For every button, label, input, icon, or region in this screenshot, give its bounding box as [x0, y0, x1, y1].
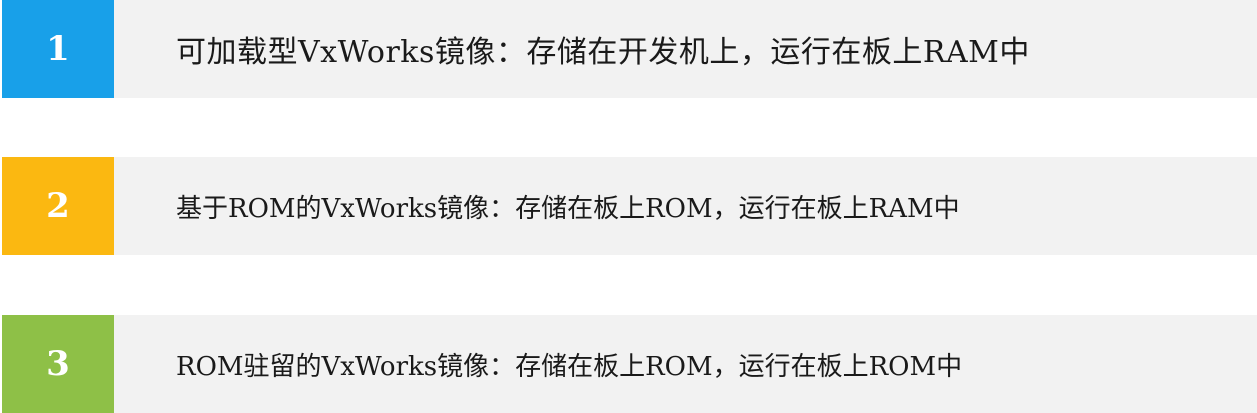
list-item-2: 2 基于ROM的VxWorks镜像：存储在板上ROM，运行在板上RAM中: [2, 157, 1257, 255]
item-text-1: 可加载型VxWorks镜像：存储在开发机上，运行在板上RAM中: [176, 35, 1030, 70]
item-text-3: ROM驻留的VxWorks镜像：存储在板上ROM，运行在板上ROM中: [176, 351, 963, 382]
list-item-3: 3 ROM驻留的VxWorks镜像：存储在板上ROM，运行在板上ROM中: [2, 315, 1257, 413]
number-badge-1: 1: [2, 0, 114, 98]
number-badge-3: 3: [2, 315, 114, 413]
item-panel-1: 可加载型VxWorks镜像：存储在开发机上，运行在板上RAM中: [114, 0, 1257, 98]
item-panel-2: 基于ROM的VxWorks镜像：存储在板上ROM，运行在板上RAM中: [114, 157, 1257, 255]
item-text-2: 基于ROM的VxWorks镜像：存储在板上ROM，运行在板上RAM中: [176, 193, 960, 224]
number-badge-2: 2: [2, 157, 114, 255]
list-item-1: 1 可加载型VxWorks镜像：存储在开发机上，运行在板上RAM中: [2, 0, 1257, 98]
item-panel-3: ROM驻留的VxWorks镜像：存储在板上ROM，运行在板上ROM中: [114, 315, 1257, 413]
